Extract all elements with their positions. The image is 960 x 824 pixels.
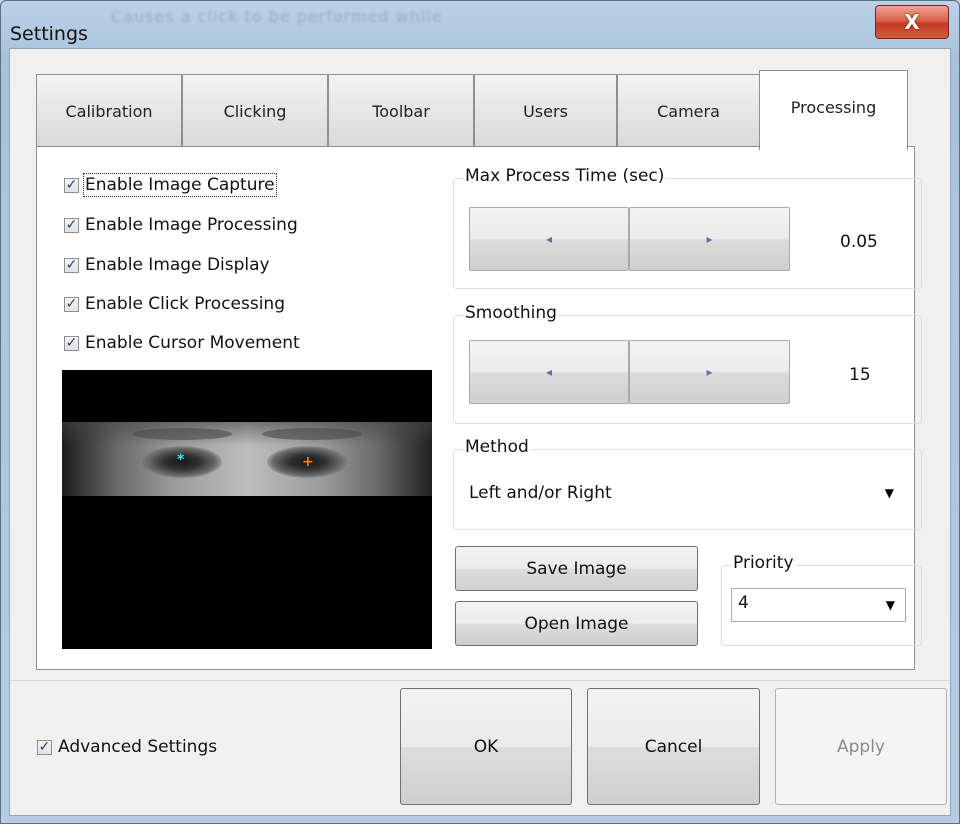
checkbox-check-icon: ✓ [64,296,79,312]
tab-label: Processing [790,98,877,117]
group-legend: Max Process Time (sec) [463,166,667,186]
priority-selected-value: 4 [738,593,749,613]
window-title: Settings [10,23,88,45]
advanced-settings-checkbox[interactable]: ✓ Advanced Settings [37,737,217,757]
checkbox-label: Enable Image Capture [83,173,277,197]
tab-label: Camera [657,101,720,121]
method-select[interactable]: Left and/or Right ▼ [463,476,904,510]
enable-image-display-checkbox[interactable]: ✓ Enable Image Display [64,255,270,275]
max-process-time-group: Max Process Time (sec) ◂ ▸ 0.05 [453,166,922,289]
group-legend: Smoothing [463,303,559,323]
checkbox-label: Enable Image Display [85,255,270,275]
method-selected-value: Left and/or Right [469,483,612,503]
checkbox-label: Advanced Settings [58,737,218,757]
smoothing-value: 15 [849,365,871,385]
button-label: Cancel [644,736,703,757]
checkbox-label: Enable Click Processing [85,294,285,314]
eye-region: * + [62,422,432,496]
max-process-time-increase-button[interactable]: ▸ [629,207,790,271]
checkbox-check-icon: ✓ [64,217,79,233]
method-group: Method Left and/or Right ▼ [453,437,922,530]
arrow-left-icon: ◂ [545,365,553,379]
left-eye-marker-icon: * [177,452,185,468]
smoothing-decrease-button[interactable]: ◂ [469,340,629,404]
arrow-right-icon: ▸ [706,232,713,246]
enable-click-processing-checkbox[interactable]: ✓ Enable Click Processing [64,294,285,314]
right-eye-marker-icon: + [302,454,314,470]
tab-camera[interactable]: Camera [617,74,760,147]
ok-button[interactable]: OK [400,688,572,805]
left-eyebrow [132,428,232,440]
open-image-button[interactable]: Open Image [455,601,698,646]
tab-label: Users [523,101,568,121]
max-process-time-value: 0.05 [840,232,878,252]
smoothing-increase-button[interactable]: ▸ [629,340,790,404]
close-button[interactable]: X [875,5,949,39]
max-process-time-decrease-button[interactable]: ◂ [469,207,629,271]
group-legend: Priority [731,553,796,573]
close-icon: X [904,10,920,34]
enable-cursor-movement-checkbox[interactable]: ✓ Enable Cursor Movement [64,333,300,353]
checkbox-check-icon: ✓ [64,257,79,273]
cancel-button[interactable]: Cancel [587,688,760,805]
checkbox-check-icon: ✓ [64,177,79,193]
arrow-right-icon: ▸ [706,365,713,379]
checkbox-check-icon: ✓ [37,739,52,755]
right-eyebrow [262,428,362,440]
tab-toolbar[interactable]: Toolbar [328,74,474,147]
button-label: OK [473,736,499,757]
checkbox-label: Enable Image Processing [85,215,298,235]
arrow-left-icon: ◂ [545,232,553,246]
dialog-client-area: Calibration Clicking Toolbar Users Camer… [9,48,951,816]
tab-calibration[interactable]: Calibration [36,74,182,147]
apply-button[interactable]: Apply [775,688,947,805]
tab-label: Toolbar [372,101,430,121]
button-label: Apply [837,736,885,757]
checkbox-check-icon: ✓ [64,335,79,351]
checkbox-label: Enable Cursor Movement [85,333,300,353]
tab-users[interactable]: Users [474,74,617,147]
title-bar[interactable]: Causes a click to be performed while Set… [1,1,959,45]
camera-preview-image: * + [62,370,432,649]
tab-clicking[interactable]: Clicking [182,74,328,147]
tab-label: Calibration [65,101,153,121]
priority-select[interactable]: 4 ▼ [731,588,906,622]
chevron-down-icon: ▼ [884,486,894,500]
smoothing-group: Smoothing ◂ ▸ 15 [453,303,922,424]
divider [10,680,950,681]
button-label: Save Image [526,558,627,579]
priority-group: Priority 4 ▼ [721,553,922,646]
enable-image-capture-checkbox[interactable]: ✓ Enable Image Capture [64,173,277,197]
button-label: Open Image [524,613,629,634]
tab-processing[interactable]: Processing [759,70,908,150]
group-legend: Method [463,437,531,457]
tab-label: Clicking [223,101,287,121]
chevron-down-icon: ▼ [885,598,895,612]
save-image-button[interactable]: Save Image [455,546,698,591]
title-ghost-text: Causes a click to be performed while [111,7,443,26]
settings-window: Causes a click to be performed while Set… [0,0,960,824]
enable-image-processing-checkbox[interactable]: ✓ Enable Image Processing [64,215,298,235]
